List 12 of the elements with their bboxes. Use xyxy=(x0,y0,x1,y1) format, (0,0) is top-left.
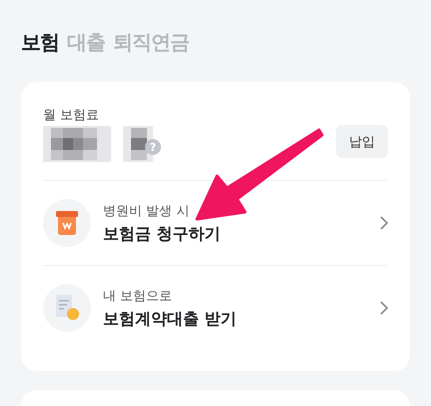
action-title: 보험계약대출 받기 xyxy=(103,308,238,330)
action-item[interactable]: 내 보험으로 보험계약대출 받기 xyxy=(43,266,388,350)
action-title: 보험금 청구하기 xyxy=(103,224,222,244)
action-subtitle: 내 보험으로 xyxy=(103,288,174,304)
document-coin-icon xyxy=(54,295,80,321)
box-icon xyxy=(56,211,78,235)
action-subtitle: 병원비 발생 시 xyxy=(103,202,190,220)
premium-label: 월 보험료 xyxy=(43,107,100,124)
tab[interactable]: 보험 xyxy=(21,28,59,56)
pay-button[interactable]: 납입 xyxy=(336,125,388,158)
chevron-right-icon xyxy=(380,301,388,315)
chevron-right-icon xyxy=(380,216,388,230)
